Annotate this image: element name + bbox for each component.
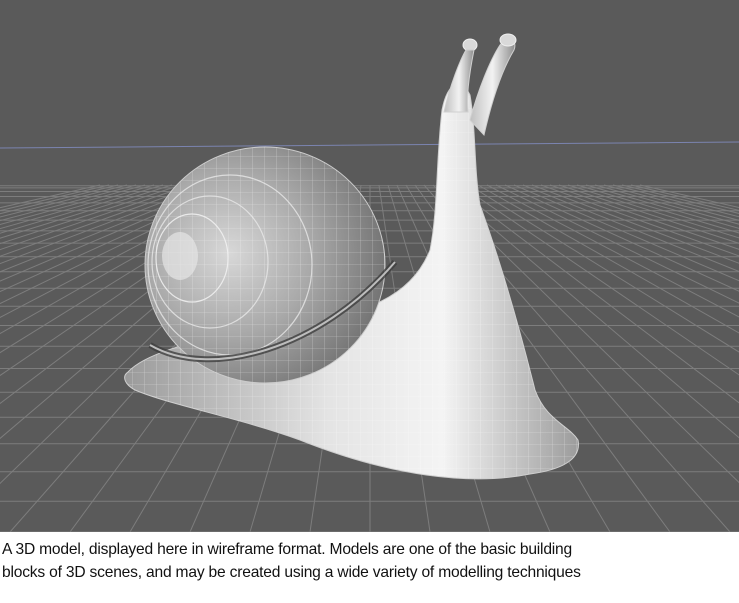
caption-line-1: A 3D model, displayed here in wireframe … — [2, 541, 573, 558]
caption-line-2: blocks of 3D scenes, and may be created … — [2, 564, 581, 581]
3d-viewport — [0, 0, 739, 532]
figure-caption: A 3D model, displayed here in wireframe … — [2, 538, 737, 584]
wireframe-scene — [0, 0, 739, 532]
